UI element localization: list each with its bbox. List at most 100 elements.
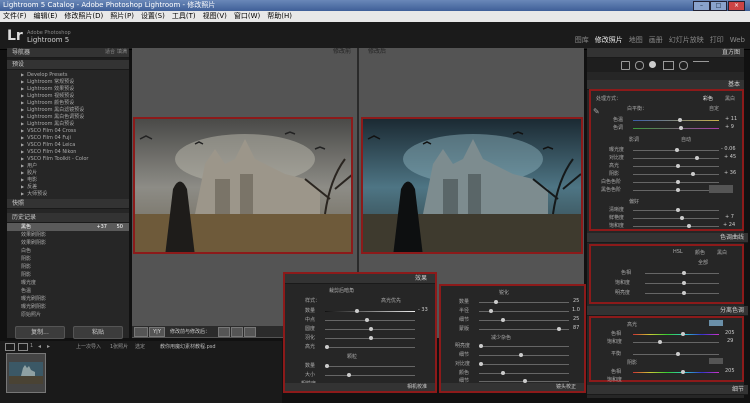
preset-folder[interactable]: ▶ 电影 (7, 176, 129, 183)
vibrance-slider[interactable] (633, 216, 719, 220)
whites-slider[interactable] (633, 180, 719, 184)
hsl-hue-slider[interactable] (645, 271, 719, 275)
preset-folder[interactable]: ▶ VSCO Film Toolkit - Color (7, 155, 129, 162)
hsl-sat-slider[interactable] (645, 281, 719, 285)
nav-back-icon[interactable]: ◂ (38, 343, 41, 350)
copy-after-to-before-button[interactable] (231, 327, 243, 337)
noise-lum-slider[interactable] (479, 344, 569, 348)
grain-amount-slider[interactable] (325, 364, 415, 368)
hsl-tab[interactable]: HSL (673, 249, 683, 255)
nav-fill[interactable]: 填满 (117, 48, 127, 57)
histogram-header[interactable]: 直方图 (587, 48, 744, 58)
preset-folder[interactable]: ▶ Lightroom 颜色预设 (7, 99, 129, 106)
preset-folder[interactable]: ▶ Develop Presets (7, 71, 129, 78)
menu-item[interactable]: 编辑(E) (34, 12, 58, 20)
module-0[interactable]: 图库 (575, 36, 589, 44)
tone-auto[interactable]: 自动 (681, 136, 691, 143)
noise-contrast-slider[interactable] (479, 362, 569, 366)
filmstrip-thumbnail[interactable] (6, 353, 46, 393)
history-item[interactable]: 黑色 +37 50 (7, 223, 129, 231)
preset-folder[interactable]: ▶ 用户 (7, 162, 129, 169)
hsl-all[interactable]: 全部 (698, 259, 708, 266)
module-6[interactable]: Web (730, 36, 745, 44)
preset-folder[interactable]: ▶ Lightroom 视频预设 (7, 92, 129, 99)
module-4[interactable]: 幻灯片放映 (669, 36, 704, 44)
history-item[interactable]: 阴影 (7, 255, 129, 263)
preset-folder[interactable]: ▶ VSCO Film 04 Leica (7, 141, 129, 148)
tint-slider[interactable] (633, 126, 719, 130)
split-sat-slider[interactable] (633, 340, 719, 344)
bw-tab[interactable]: 黑白 (717, 249, 727, 256)
menu-item[interactable]: 文件(F) (3, 12, 27, 20)
preset-folder[interactable]: ▶ Lightroom 效果预设 (7, 85, 129, 92)
eyedropper-icon[interactable]: ✎ (593, 107, 600, 116)
navigator-header[interactable]: 导航器 适合 填满 (7, 48, 129, 58)
temp-slider[interactable] (633, 118, 719, 122)
adjustment-brush-icon[interactable] (693, 61, 709, 69)
shadows-swatch[interactable] (709, 358, 723, 364)
preset-folder[interactable]: ▶ VSCO Film 04 Cross (7, 127, 129, 134)
swap-button[interactable] (244, 327, 256, 337)
copy-button[interactable]: 复制... (15, 326, 65, 339)
loupe-view-button[interactable] (134, 327, 148, 337)
tone-curve-header[interactable]: 色调曲线 (587, 233, 748, 243)
paste-button[interactable]: 粘贴 (73, 326, 123, 339)
graduated-filter-icon[interactable] (663, 61, 674, 70)
copy-before-to-after-button[interactable] (218, 327, 230, 337)
preset-folder[interactable]: ▶ Lightroom 黑白滤镜预设 (7, 106, 129, 113)
history-item[interactable]: 效果刷阴影 (7, 231, 129, 239)
treatment-bw[interactable]: 黑白 (725, 95, 735, 102)
preset-folder[interactable]: ▶ 胶片 (7, 169, 129, 176)
highlights-swatch[interactable] (709, 320, 723, 326)
menu-item[interactable]: 工具(T) (172, 12, 196, 20)
nav-fit[interactable]: 适合 (105, 48, 115, 57)
vig-style-value[interactable]: 高光优先 (381, 297, 401, 304)
radial-filter-icon[interactable] (679, 61, 688, 70)
lens-correction-header[interactable]: 镜头校正 (441, 383, 584, 391)
highlights-slider[interactable] (633, 164, 719, 168)
history-item[interactable]: 阴影 (7, 263, 129, 271)
split-hue-slider[interactable] (633, 332, 719, 336)
history-item[interactable]: 白色 (7, 247, 129, 255)
blacks-value-box[interactable] (709, 185, 733, 193)
blacks-slider[interactable] (633, 188, 719, 192)
menu-item[interactable]: 窗口(W) (234, 12, 260, 20)
preset-folder[interactable]: ▶ Lightroom 常规预设 (7, 78, 129, 85)
vig-round-slider[interactable] (325, 327, 415, 331)
history-item[interactable]: 曝光度 (7, 279, 129, 287)
noise-cdetail-slider[interactable] (479, 379, 569, 383)
preset-folder[interactable]: ▶ Lightroom 黑白预设 (7, 120, 129, 127)
preset-folder[interactable]: ▶ 反差 (7, 183, 129, 190)
hsl-lum-slider[interactable] (645, 291, 719, 295)
camera-calibration-header[interactable]: 相机校准 (285, 383, 435, 391)
red-eye-icon[interactable] (649, 61, 656, 68)
sharpen-detail-slider[interactable] (479, 318, 569, 322)
module-1[interactable]: 修改照片 (595, 36, 623, 44)
source-label[interactable]: 上一次导入 (76, 343, 101, 350)
vig-highlights-slider[interactable] (325, 345, 415, 349)
preset-folder[interactable]: ▶ VSCO Film 04 Fuji (7, 134, 129, 141)
menu-item[interactable]: 照片(P) (110, 12, 134, 20)
detail-header[interactable]: 细节 (587, 385, 748, 395)
crop-tool-icon[interactable] (621, 61, 630, 70)
menu-item[interactable]: 视图(V) (203, 12, 227, 20)
sharpen-radius-slider[interactable] (479, 309, 569, 313)
sharpen-mask-slider[interactable] (479, 327, 569, 331)
close-button[interactable]: × (728, 1, 745, 11)
contrast-slider[interactable] (633, 156, 719, 160)
nav-forward-icon[interactable]: ▸ (47, 343, 50, 350)
second-window-icon[interactable] (5, 343, 15, 351)
after-photo[interactable] (363, 119, 583, 254)
sharpen-amount-slider[interactable] (479, 300, 569, 304)
wb-value[interactable]: 自定 (709, 105, 719, 112)
split-hue3-slider[interactable] (633, 370, 719, 374)
preset-folder[interactable]: ▶ Lightroom 黑白色调预设 (7, 113, 129, 120)
maximize-button[interactable]: □ (710, 1, 727, 11)
vig-mid-slider[interactable] (325, 318, 415, 322)
history-header[interactable]: 历史记录 (7, 213, 129, 223)
history-item[interactable]: 原始照片 (7, 311, 129, 319)
before-after-mode-button[interactable]: Y|Y (149, 327, 165, 337)
exposure-slider[interactable] (633, 148, 719, 152)
grain-size-slider[interactable] (325, 373, 415, 377)
menu-item[interactable]: 设置(S) (141, 12, 165, 20)
